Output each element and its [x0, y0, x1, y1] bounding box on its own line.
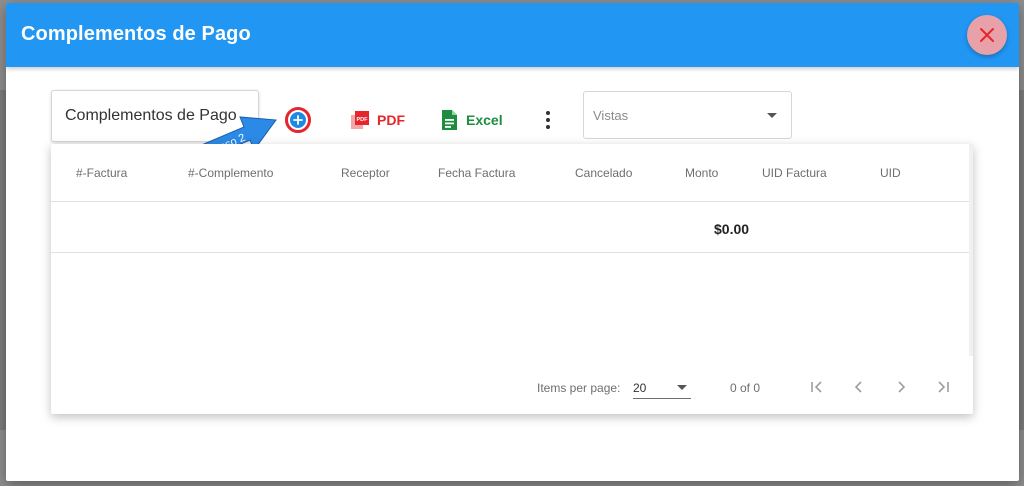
- page-size-value: 20: [633, 381, 647, 395]
- excel-file-icon: [442, 110, 457, 130]
- dialog-header: Complementos de Pago: [6, 3, 1019, 67]
- last-page-icon: [938, 381, 949, 393]
- column-header-monto[interactable]: Monto: [685, 166, 718, 180]
- page-range-label: 0 of 0: [730, 381, 761, 395]
- items-per-page-label: Items per page:: [537, 381, 621, 395]
- next-page-button[interactable]: [887, 373, 915, 401]
- table-scrollbar[interactable]: [969, 144, 973, 356]
- column-header-factura[interactable]: #-Factura: [76, 166, 127, 180]
- pdf-file-icon: PDF: [351, 111, 369, 129]
- column-header-receptor[interactable]: Receptor: [341, 166, 390, 180]
- dialog-title: Complementos de Pago: [21, 23, 251, 45]
- views-placeholder: Vistas: [593, 108, 629, 123]
- page-size-select[interactable]: 20: [633, 373, 691, 399]
- column-header-fecha-factura[interactable]: Fecha Factura: [438, 166, 515, 180]
- dialog: Complementos de Pago Complementos de Pag…: [6, 3, 1019, 481]
- pdf-export-button[interactable]: PDF PDF: [349, 107, 405, 133]
- excel-export-button[interactable]: Excel: [440, 107, 503, 133]
- pdf-label: PDF: [377, 112, 405, 128]
- chevron-down-icon: [767, 113, 777, 118]
- chevron-down-icon: [677, 385, 687, 390]
- column-header-uid[interactable]: UID: [880, 166, 901, 180]
- add-circle-icon: [290, 112, 306, 128]
- more-vert-icon: [546, 111, 550, 129]
- svg-text:PDF: PDF: [357, 117, 369, 123]
- column-header-complemento[interactable]: #-Complemento: [188, 166, 273, 180]
- chevron-left-icon: [854, 381, 862, 393]
- table-header-row: #-Factura #-Complemento Receptor Fecha F…: [51, 144, 969, 202]
- more-options-button[interactable]: [536, 107, 560, 133]
- column-header-cancelado[interactable]: Cancelado: [575, 166, 632, 180]
- total-monto: $0.00: [714, 221, 750, 237]
- table-totals-row: $0.00: [51, 202, 969, 253]
- data-table: #-Factura #-Complemento Receptor Fecha F…: [51, 144, 973, 414]
- first-page-button[interactable]: [803, 373, 831, 401]
- column-header-uid-factura[interactable]: UID Factura: [762, 166, 827, 180]
- chevron-right-icon: [898, 381, 906, 393]
- first-page-icon: [811, 381, 822, 393]
- previous-page-button[interactable]: [845, 373, 873, 401]
- paginator: Items per page: 20 0 of 0: [51, 369, 973, 409]
- views-select[interactable]: Vistas: [583, 91, 792, 139]
- excel-label: Excel: [466, 112, 503, 128]
- add-button[interactable]: [285, 107, 311, 133]
- close-icon: [980, 28, 994, 42]
- close-button[interactable]: [967, 15, 1007, 55]
- last-page-button[interactable]: [929, 373, 957, 401]
